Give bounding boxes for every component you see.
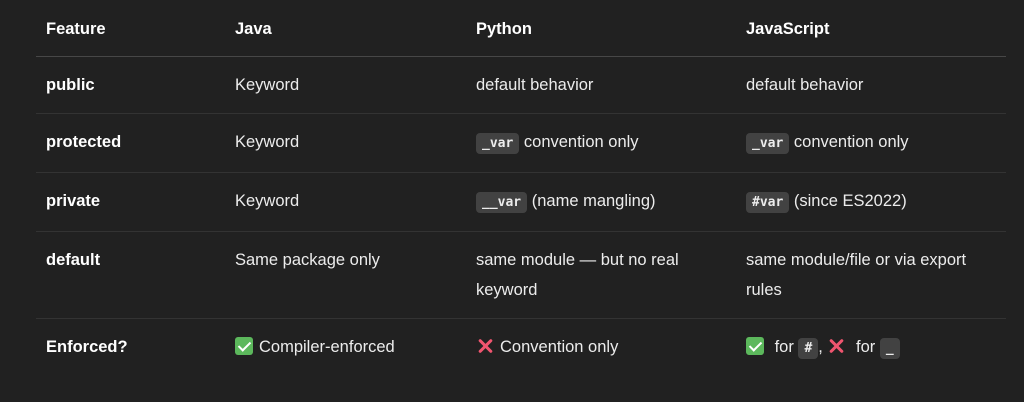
cell-feature: Enforced? — [46, 338, 128, 356]
cell-java: Same package only — [225, 231, 466, 319]
cell-java: Keyword — [225, 56, 466, 114]
inline-code: # — [798, 338, 819, 359]
cell-javascript: default behavior — [736, 56, 1006, 114]
cell-text: Convention only — [500, 338, 619, 356]
check-mark-icon — [746, 337, 764, 355]
inline-code: #var — [746, 192, 790, 213]
cell-text: convention only — [789, 133, 909, 151]
table-row-private: private Keyword __var (name mangling) #v… — [36, 172, 1006, 232]
access-modifier-comparison-table: Feature Java Python JavaScript public Ke… — [36, 8, 1006, 377]
header-feature: Feature — [36, 8, 225, 57]
cell-text: Compiler-enforced — [259, 338, 395, 356]
cell-python: same module — but no real keyword — [466, 231, 736, 319]
cell-feature: default — [36, 231, 225, 319]
cell-python: Convention only — [466, 319, 736, 378]
cell-javascript: for #, for _ — [736, 319, 1006, 378]
cell-text: (name mangling) — [527, 192, 656, 210]
cell-feature: protected — [36, 113, 225, 173]
cell-javascript: _var convention only — [736, 113, 1006, 173]
cell-text: for — [770, 338, 799, 356]
cross-mark-icon — [827, 337, 845, 355]
cell-java: Keyword — [225, 172, 466, 232]
cell-python: _var convention only — [466, 113, 736, 173]
inline-code: __var — [476, 192, 528, 213]
cell-python: __var (name mangling) — [466, 172, 736, 232]
cell-python: default behavior — [466, 56, 736, 114]
comparison-table-container: Feature Java Python JavaScript public Ke… — [36, 8, 1006, 377]
cross-mark-icon — [476, 337, 494, 355]
cell-javascript: #var (since ES2022) — [736, 172, 1006, 232]
table-row-protected: protected Keyword _var convention only _… — [36, 113, 1006, 173]
cell-text: convention only — [519, 133, 639, 151]
cell-java: Keyword — [225, 113, 466, 173]
cell-text: , — [818, 338, 828, 356]
table-row-public: public Keyword default behavior default … — [36, 56, 1006, 114]
header-python: Python — [466, 8, 736, 57]
cell-javascript: same module/file or via export rules — [736, 231, 1006, 319]
table-header-row: Feature Java Python JavaScript — [36, 8, 1006, 57]
check-mark-icon — [235, 337, 253, 355]
header-java: Java — [225, 8, 466, 57]
cell-feature: public — [36, 56, 225, 114]
header-javascript: JavaScript — [736, 8, 1006, 57]
inline-code: _var — [476, 133, 520, 154]
cell-text: (since ES2022) — [789, 192, 907, 210]
inline-code: _ — [879, 338, 900, 359]
inline-code: _var — [746, 133, 790, 154]
table-row-default: default Same package only same module — … — [36, 231, 1006, 319]
cell-feature: private — [36, 172, 225, 232]
table-row-enforced: Enforced? Compiler-enforced Convention o… — [36, 319, 1006, 378]
cell-java: Compiler-enforced — [225, 319, 466, 378]
cell-text: for — [851, 338, 880, 356]
